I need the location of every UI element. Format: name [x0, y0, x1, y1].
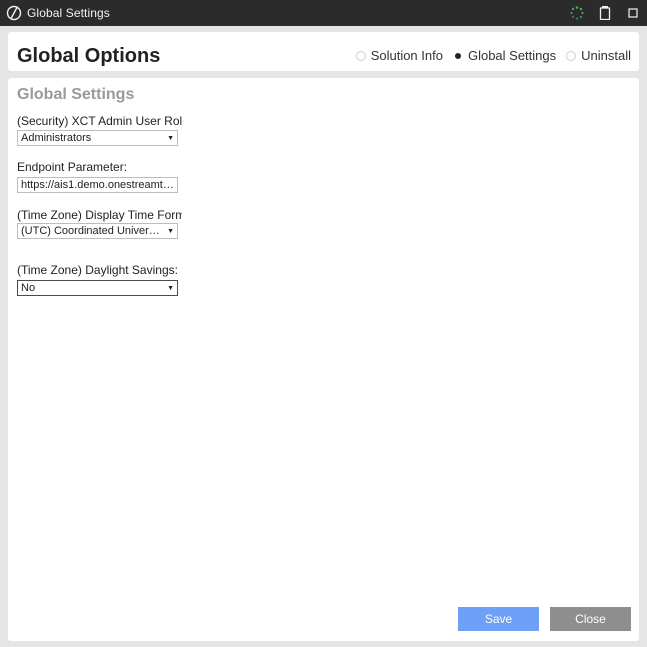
onestream-logo-icon [6, 5, 22, 21]
input-value: https://ais1.demo.onestreamtest [21, 179, 177, 191]
time-format-select[interactable]: (UTC) Coordinated Universa... ▼ [17, 223, 178, 239]
footer-panel: Save Close [8, 599, 639, 641]
endpoint-parameter-label: Endpoint Parameter: [17, 160, 128, 174]
window-title: Global Settings [27, 6, 110, 20]
radio-button[interactable] [566, 50, 577, 61]
nav-label: Uninstall [581, 48, 631, 63]
radio-button[interactable] [355, 50, 366, 61]
dropdown-arrow-icon: ▼ [167, 228, 174, 235]
daylight-savings-select[interactable]: No ▼ [17, 280, 178, 296]
window-control-icon[interactable] [619, 0, 647, 26]
select-value: (UTC) Coordinated Universa... [21, 225, 161, 237]
loading-spinner-icon [563, 0, 591, 26]
section-title: Global Settings [17, 86, 135, 103]
nav-solution-info[interactable]: Solution Info [355, 48, 443, 63]
dropdown-arrow-icon: ▼ [167, 285, 174, 292]
settings-panel: Global Settings (Security) XCT Admin Use… [8, 78, 639, 617]
dropdown-arrow-icon: ▼ [167, 135, 174, 142]
page-title: Global Options [17, 45, 161, 67]
select-value: No [21, 282, 36, 294]
nav-uninstall[interactable]: Uninstall [566, 48, 631, 63]
nav-label: Solution Info [370, 48, 443, 63]
admin-role-label: (Security) XCT Admin User Role: [17, 114, 182, 128]
title-bar: Global Settings [0, 0, 647, 26]
radio-button-selected[interactable] [453, 51, 463, 61]
select-value: Administrators [21, 132, 92, 144]
admin-role-select[interactable]: Administrators ▼ [17, 130, 178, 146]
daylight-savings-label: (Time Zone) Daylight Savings: [17, 263, 178, 277]
save-button[interactable]: Save [458, 607, 539, 631]
header-panel: Global Options Solution Info Global Sett… [8, 32, 639, 71]
nav-label: Global Settings [467, 48, 557, 63]
endpoint-parameter-input[interactable]: https://ais1.demo.onestreamtest [17, 177, 178, 193]
nav-global-settings[interactable]: Global Settings [453, 48, 556, 63]
close-button[interactable]: Close [550, 607, 631, 631]
dialog-window: Global Options Solution Info Global Sett… [0, 26, 647, 647]
time-format-label: (Time Zone) Display Time Forma [17, 208, 182, 222]
battery-icon [591, 0, 619, 26]
view-selector: Solution Info Global Settings Uninstall [346, 48, 631, 63]
